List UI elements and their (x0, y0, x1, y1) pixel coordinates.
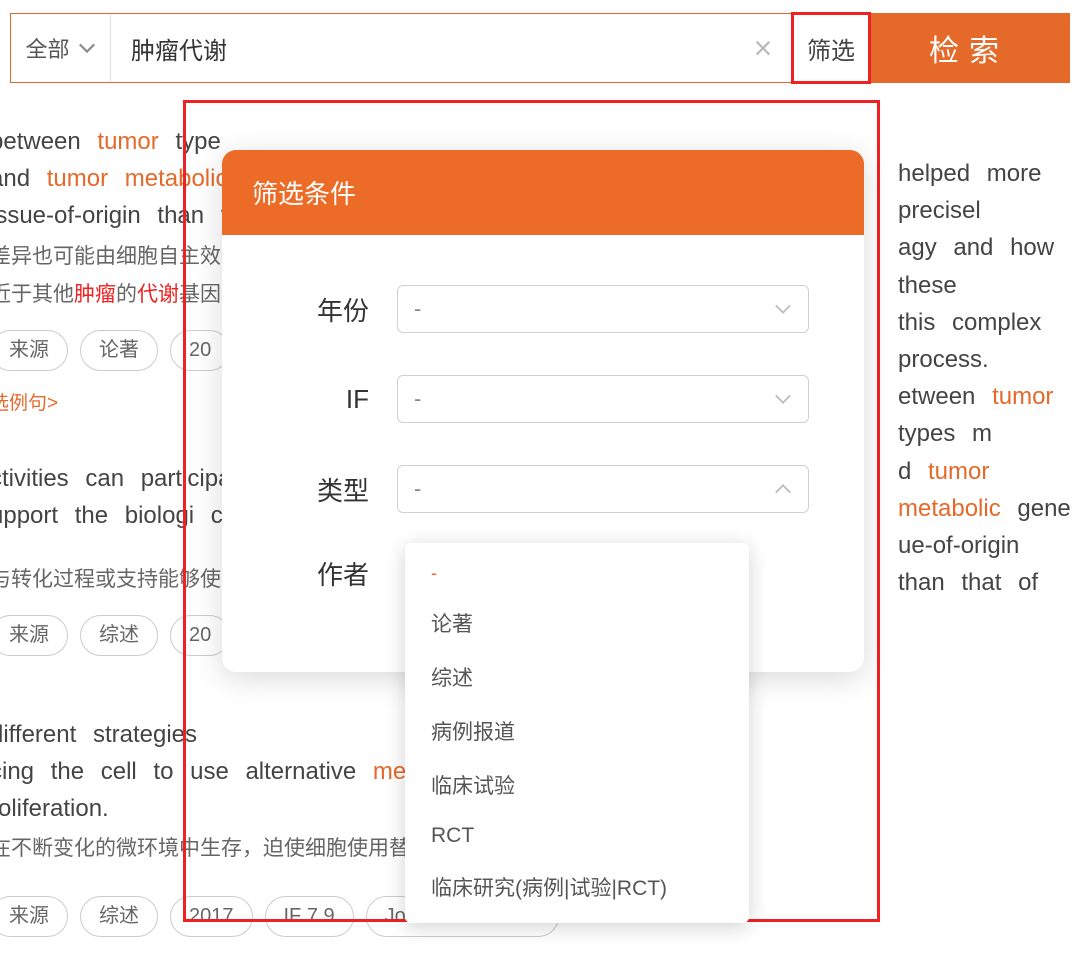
text: and (0, 165, 47, 192)
text: helped more precisel (898, 155, 1080, 229)
highlight: 肿瘤 (74, 283, 116, 306)
search-button[interactable]: 检索 (869, 14, 1069, 82)
text: type (175, 128, 220, 155)
type-option-meta[interactable]: Meta & 系统性综述 (405, 914, 749, 923)
chevron-down-icon (774, 303, 792, 315)
chip-source[interactable]: 来源 (0, 615, 68, 656)
chip-type[interactable]: 综述 (80, 615, 158, 656)
text: gene (1001, 495, 1071, 522)
select-year[interactable]: - (397, 285, 809, 333)
text: cing the cell to use alternative (0, 758, 373, 785)
chevron-down-icon (774, 393, 792, 405)
select-if[interactable]: - (397, 375, 809, 423)
chevron-down-icon (78, 42, 96, 54)
type-option-clinic[interactable]: 临床研究(病例|试验|RCT) (405, 860, 749, 914)
type-option-review[interactable]: 综述 (405, 650, 749, 704)
select-type-value: - (414, 476, 421, 502)
text: 基因 (179, 283, 221, 306)
search-bar: 全部 × 筛选 检索 (10, 13, 1070, 83)
label-if: IF (277, 384, 397, 415)
highlight: 代谢 (137, 283, 179, 306)
highlight: tumor (992, 383, 1053, 410)
chip-type[interactable]: 综述 (80, 896, 158, 937)
filter-button[interactable]: 筛选 (791, 12, 871, 84)
scope-selector[interactable]: 全部 (11, 14, 111, 82)
type-option-blank[interactable]: - (405, 551, 749, 596)
highlight: tumor (97, 128, 158, 155)
clear-icon[interactable]: × (733, 14, 793, 82)
text: types m (898, 420, 992, 447)
text: ue-of-origin than that of (898, 527, 1080, 601)
label-year: 年份 (277, 291, 397, 328)
type-option-lunzhu[interactable]: 论著 (405, 596, 749, 650)
chip-type[interactable]: 论著 (80, 330, 158, 371)
type-option-rct[interactable]: RCT (405, 812, 749, 860)
chevron-up-icon (774, 483, 792, 495)
type-option-case[interactable]: 病例报道 (405, 704, 749, 758)
search-input[interactable] (111, 14, 733, 82)
text: etween (898, 383, 992, 410)
select-if-value: - (414, 386, 421, 412)
select-year-value: - (414, 296, 421, 322)
type-dropdown: - 论著 综述 病例报道 临床试验 RCT 临床研究(病例|试验|RCT) Me… (405, 543, 749, 923)
text: 差异也可能由细胞自主效 (0, 245, 221, 268)
type-option-trial[interactable]: 临床试验 (405, 758, 749, 812)
chip-if[interactable]: IF 7.9 (265, 896, 354, 937)
text: this complex process. (898, 304, 1080, 378)
highlight: tumor metabolic (47, 165, 228, 192)
chip-source[interactable]: 来源 (0, 896, 68, 937)
text: 的 (116, 283, 137, 306)
select-type[interactable]: - (397, 465, 809, 513)
text: d (898, 458, 928, 485)
text: between (0, 128, 97, 155)
label-type: 类型 (277, 471, 397, 508)
chip-year[interactable]: 2017 (170, 896, 253, 937)
text: agy and how these (898, 229, 1080, 303)
modal-title: 筛选条件 (222, 150, 864, 235)
label-author: 作者 (277, 555, 397, 592)
example-link[interactable]: 选例句> (0, 389, 58, 418)
scope-label: 全部 (25, 32, 69, 64)
text: 近于其他 (0, 283, 74, 306)
chip-source[interactable]: 来源 (0, 330, 68, 371)
